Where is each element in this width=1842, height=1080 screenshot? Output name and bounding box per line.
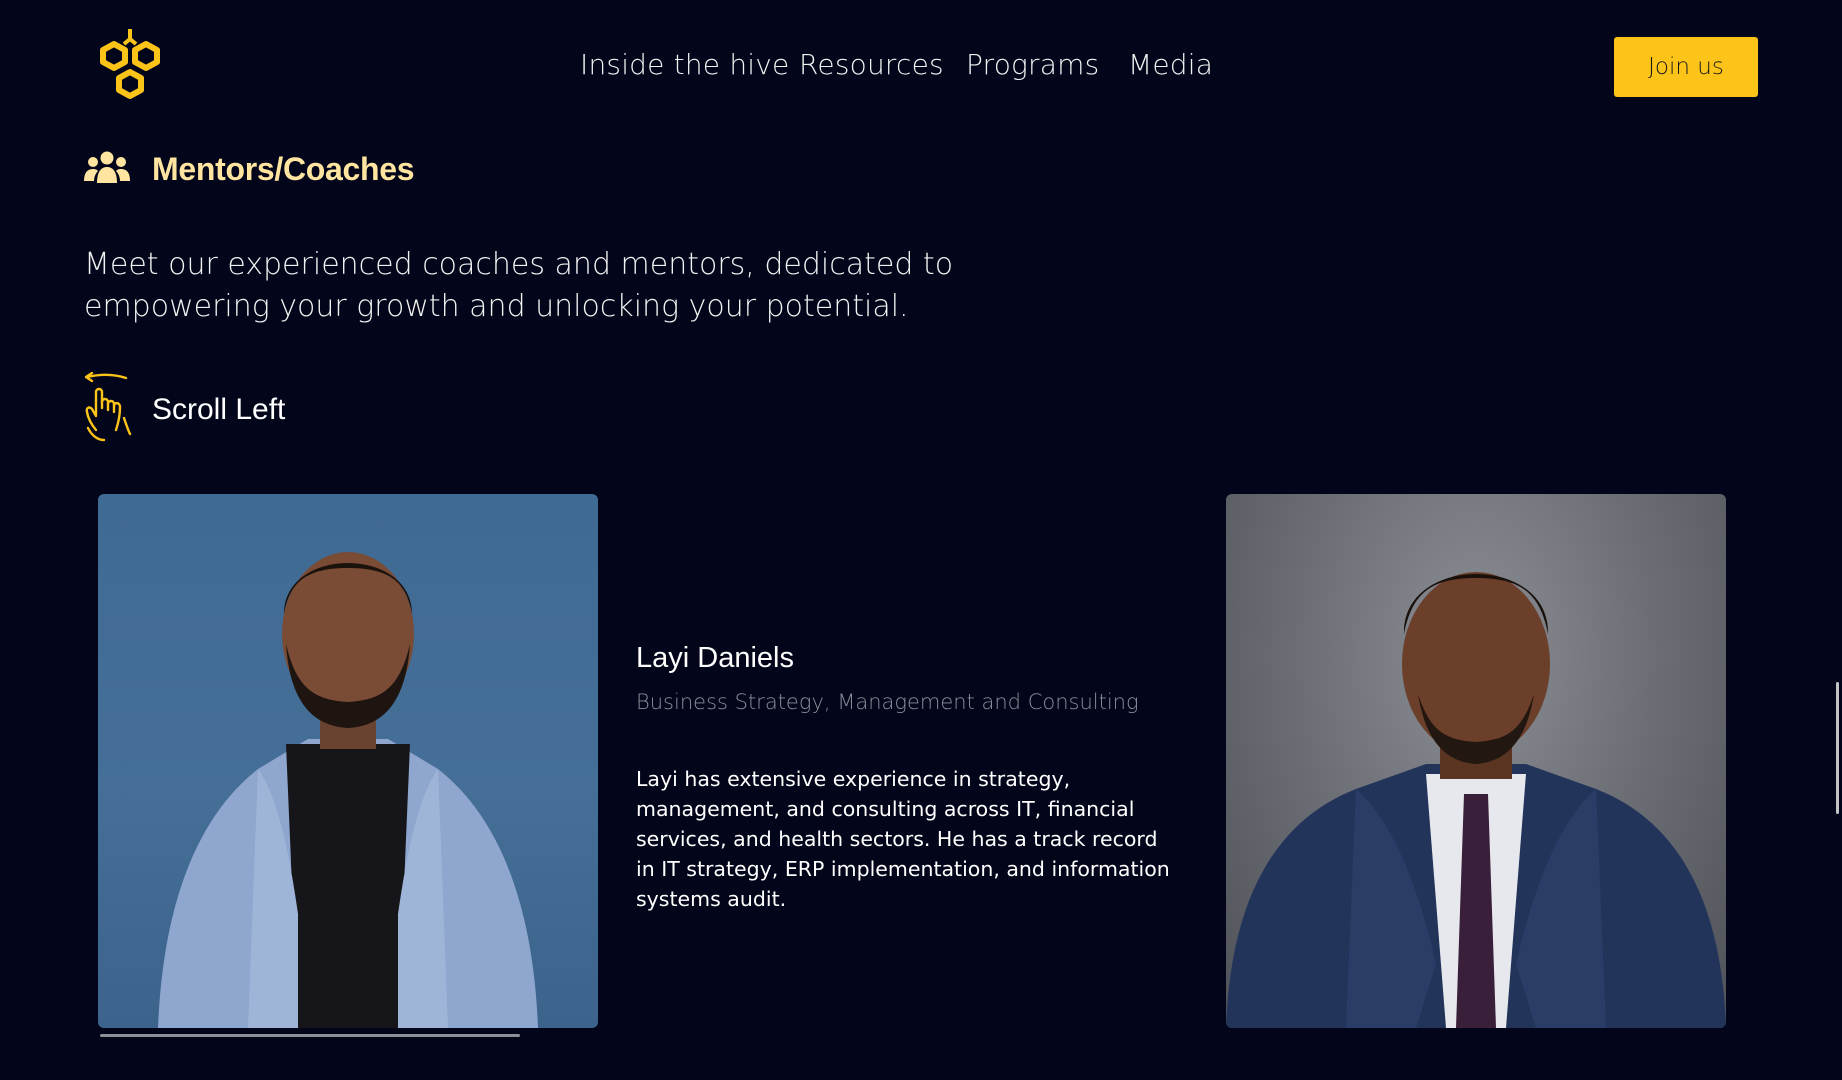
join-us-button[interactable]: Join us [1614, 37, 1758, 97]
users-group-icon [84, 150, 130, 189]
nav-resources[interactable]: Resources [799, 48, 944, 81]
main-nav: Inside the hive Resources Programs Media [0, 48, 1842, 88]
nav-programs[interactable]: Programs [966, 48, 1099, 81]
nav-media[interactable]: Media [1128, 48, 1213, 81]
scroll-hint: Scroll Left [82, 371, 286, 447]
section-title: Mentors/Coaches [152, 151, 415, 187]
mentor-photo-next[interactable] [1226, 494, 1726, 1028]
mentor-role: Business Strategy, Management and Consul… [636, 690, 1139, 714]
swipe-left-hand-icon [82, 371, 134, 447]
mentor-photo[interactable] [98, 494, 598, 1028]
page-scrollbar[interactable] [1836, 682, 1839, 814]
mentor-bio: Layi has extensive experience in strateg… [636, 767, 1170, 911]
section-heading: Mentors/Coaches [84, 150, 415, 189]
carousel-scrollbar[interactable] [100, 1034, 520, 1037]
scroll-hint-label: Scroll Left [152, 392, 286, 426]
section-intro: Meet our experienced coaches and mentors… [84, 247, 954, 324]
nav-inside-the-hive[interactable]: Inside the hive [580, 48, 789, 81]
mentor-name: Layi Daniels [636, 642, 794, 674]
